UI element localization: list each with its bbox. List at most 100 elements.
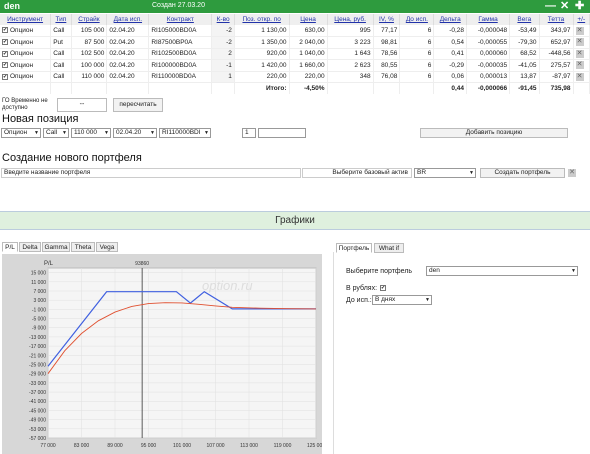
table-cell: 0,54: [433, 36, 468, 49]
row-checkbox[interactable]: ✔: [2, 39, 8, 46]
table-cell: RI87500BP0A: [148, 36, 213, 49]
column-header[interactable]: Тетта: [539, 14, 574, 25]
column-header[interactable]: Вега: [509, 14, 540, 25]
current-price-label: 93860: [135, 261, 149, 267]
tab-gamma[interactable]: Gamma: [42, 242, 70, 252]
portfolio-select-label: Выберите портфель: [346, 268, 413, 275]
date-select-value: 02.04.20: [116, 129, 142, 136]
column-header[interactable]: Страйк: [71, 14, 108, 25]
table-cell[interactable]: -1: [211, 59, 235, 72]
table-cell[interactable]: -2: [211, 36, 235, 49]
remove-cell: ✕: [573, 59, 590, 72]
base-asset-select[interactable]: BR ▼: [414, 168, 476, 178]
minimize-icon[interactable]: —: [545, 0, 556, 12]
pl-chart[interactable]: 15 000 11 000 7 000 3 000 -1 000 -5 000 -9 000…: [2, 254, 325, 454]
table-cell[interactable]: 1: [211, 71, 235, 83]
remove-row-icon[interactable]: ✕: [575, 61, 584, 70]
x-tick-label: 95 000: [141, 443, 157, 449]
table-cell[interactable]: 2: [211, 48, 235, 60]
close-icon[interactable]: ✕: [568, 169, 576, 177]
table-cell: -53,49: [509, 25, 540, 37]
tab-theta[interactable]: Theta: [71, 242, 95, 252]
column-header[interactable]: До исп.: [399, 14, 435, 25]
table-cell: 02.04.20: [106, 48, 150, 60]
rub-checkbox[interactable]: ✔: [380, 285, 386, 291]
portfolio-name-input[interactable]: Введите название портфеля: [1, 168, 301, 178]
strike-select[interactable]: 110 000 ▼: [71, 128, 111, 138]
chevron-down-icon: ▼: [571, 268, 576, 274]
expiry-select[interactable]: В днях ▼: [372, 295, 432, 305]
table-cell: 02.04.20: [106, 71, 150, 83]
row-instrument: ✔ Опцион: [0, 36, 52, 49]
table-cell: 3 223: [327, 36, 374, 49]
empty-cell: [106, 82, 150, 94]
table-cell: 6: [399, 36, 435, 49]
row-checkbox[interactable]: ✔: [2, 50, 8, 57]
column-header[interactable]: Поз. откр. по: [234, 14, 290, 25]
cell-text: Опцион: [10, 73, 34, 81]
type-select[interactable]: Call ▼: [43, 128, 69, 138]
table-cell: 6: [399, 48, 435, 60]
table-cell: 6: [399, 25, 435, 37]
column-header[interactable]: Инструмент: [0, 14, 52, 25]
column-header[interactable]: Цена, руб.: [327, 14, 374, 25]
recalc-button[interactable]: пересчитать: [113, 98, 163, 112]
close-icon[interactable]: ✕: [560, 0, 569, 12]
contract-select[interactable]: RI110000BDI ▼: [159, 128, 211, 138]
create-portfolio-button[interactable]: Создать портфель: [480, 168, 565, 178]
date-select[interactable]: 02.04.20 ▼: [113, 128, 157, 138]
row-instrument: ✔ Опцион: [0, 48, 52, 60]
table-cell: 1 040,00: [289, 48, 328, 60]
price-input[interactable]: [258, 128, 306, 138]
y-tick-label: -49 000: [29, 418, 46, 424]
table-cell: 1 130,00: [234, 25, 290, 37]
tab-pl[interactable]: P/L: [2, 242, 18, 252]
column-header[interactable]: Контракт: [148, 14, 213, 25]
table-cell[interactable]: -2: [211, 25, 235, 37]
table-row: ✔ Опцион Call 105 000 02.04.20 RI105000BD0A -2…: [0, 25, 590, 37]
tab-portfolio[interactable]: Портфель: [336, 243, 372, 253]
empty-cell: [211, 82, 235, 94]
remove-row-icon[interactable]: ✕: [575, 38, 584, 47]
table-cell: Call: [50, 71, 72, 83]
column-header[interactable]: +/-: [573, 14, 590, 25]
row-checkbox[interactable]: ✔: [2, 27, 8, 34]
table-cell: 275,57: [539, 59, 574, 72]
column-header[interactable]: Цена: [289, 14, 328, 25]
go-value-field[interactable]: --: [57, 98, 107, 112]
remove-row-icon[interactable]: ✕: [575, 49, 584, 58]
row-checkbox[interactable]: ✔: [2, 73, 8, 80]
row-checkbox[interactable]: ✔: [2, 62, 8, 69]
column-header[interactable]: IV, %: [373, 14, 401, 25]
qty-input[interactable]: 1: [242, 128, 256, 138]
add-position-button[interactable]: Добавить позицию: [420, 128, 568, 138]
column-header[interactable]: Гамма: [466, 14, 511, 25]
column-header[interactable]: Дата исп.: [106, 14, 150, 25]
instrument-select[interactable]: Опцион ▼: [1, 128, 41, 138]
tab-vega[interactable]: Vega: [96, 242, 118, 252]
remove-row-icon[interactable]: ✕: [575, 72, 584, 81]
table-cell: 0,000013: [466, 71, 511, 83]
column-header[interactable]: Дельта: [433, 14, 468, 25]
table-cell: Call: [50, 48, 72, 60]
column-header[interactable]: К-во: [211, 14, 235, 25]
table-cell: RI100000BD0A: [148, 59, 213, 72]
total-cell: -0,000066: [466, 82, 511, 94]
empty-cell: [148, 82, 213, 94]
table-cell: 995: [327, 25, 374, 37]
remove-row-icon[interactable]: ✕: [575, 26, 584, 35]
tab-what-if[interactable]: What if: [374, 243, 404, 253]
tab-delta[interactable]: Delta: [19, 242, 41, 252]
chevron-down-icon: ▼: [62, 130, 67, 136]
table-cell: 1 350,00: [234, 36, 290, 49]
column-header[interactable]: Тип: [50, 14, 72, 25]
x-tick-label: 125 000: [307, 443, 322, 449]
table-cell: 920,00: [234, 48, 290, 60]
add-icon[interactable]: ✚: [575, 0, 584, 12]
y-tick-label: -17 000: [29, 344, 46, 350]
instrument-select-value: Опцион: [4, 129, 28, 136]
contract-select-value: RI110000BDI: [162, 129, 201, 136]
new-position-title: Новая позиция: [2, 113, 79, 125]
remove-cell: ✕: [573, 48, 590, 60]
portfolio-select[interactable]: den ▼: [426, 266, 578, 276]
